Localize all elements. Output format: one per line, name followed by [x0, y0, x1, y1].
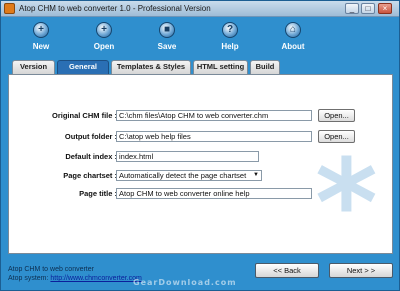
- footer: Atop CHM to web converter Atop system: h…: [1, 256, 399, 290]
- page-title-label: Page title :: [79, 189, 117, 198]
- page-charset-label: Page chartset :: [63, 171, 117, 180]
- open-button[interactable]: + Open: [84, 22, 124, 56]
- default-index-label: Default index :: [65, 152, 117, 161]
- open-output-folder-button[interactable]: Open...: [318, 130, 355, 143]
- save-button[interactable]: ■ Save: [147, 22, 187, 56]
- new-icon: +: [33, 22, 49, 38]
- general-panel: * Original CHM file : C:\chm files\Atop …: [8, 74, 393, 254]
- tab-version[interactable]: Version: [12, 60, 55, 74]
- website-link[interactable]: http://www.chmconverter.com: [50, 275, 141, 282]
- app-window: Atop CHM to web converter 1.0 - Professi…: [0, 0, 400, 291]
- help-icon: ?: [222, 22, 238, 38]
- close-button[interactable]: ×: [378, 3, 392, 14]
- maximize-button[interactable]: □: [361, 3, 375, 14]
- toolbar: + New + Open ■ Save ? Help ⌂ About: [1, 18, 399, 58]
- about-icon: ⌂: [285, 22, 301, 38]
- tab-general[interactable]: General: [57, 60, 109, 75]
- help-button[interactable]: ? Help: [210, 22, 250, 56]
- open-icon: +: [96, 22, 112, 38]
- new-button[interactable]: + New: [21, 22, 61, 56]
- minimize-button[interactable]: _: [345, 3, 359, 14]
- footer-company: Atop system: http://www.chmconverter.com: [8, 275, 142, 282]
- asterisk-watermark-icon: *: [315, 135, 378, 254]
- tab-html-setting[interactable]: HTML setting: [193, 60, 248, 74]
- about-button[interactable]: ⌂ About: [273, 22, 313, 56]
- open-label: Open: [93, 42, 115, 51]
- app-icon: [4, 3, 15, 14]
- tab-build[interactable]: Build: [250, 60, 280, 74]
- footer-company-prefix: Atop system:: [8, 275, 51, 282]
- page-title-field[interactable]: Atop CHM to web converter online help: [116, 188, 312, 199]
- open-chm-button[interactable]: Open...: [318, 109, 355, 122]
- title-bar[interactable]: Atop CHM to web converter 1.0 - Professi…: [1, 1, 399, 17]
- new-label: New: [32, 42, 50, 51]
- back-button[interactable]: << Back: [255, 263, 319, 278]
- chevron-down-icon[interactable]: ▼: [252, 172, 260, 179]
- save-label: Save: [157, 42, 177, 51]
- output-folder-field[interactable]: C:\atop web help files: [116, 131, 312, 142]
- window-title: Atop CHM to web converter 1.0 - Professi…: [19, 4, 211, 13]
- output-folder-label: Output folder :: [64, 132, 117, 141]
- about-label: About: [281, 42, 305, 51]
- tab-templates-styles[interactable]: Templates & Styles: [111, 60, 191, 74]
- save-icon: ■: [159, 22, 175, 38]
- help-label: Help: [221, 42, 239, 51]
- page-charset-value: Automatically detect the page chartset: [119, 171, 247, 180]
- tab-bar: Version General Templates & Styles HTML …: [8, 60, 393, 75]
- footer-app-name: Atop CHM to web converter: [8, 266, 94, 273]
- next-button[interactable]: Next > >: [329, 263, 393, 278]
- original-chm-field[interactable]: C:\chm files\Atop CHM to web converter.c…: [116, 110, 312, 121]
- site-watermark: GearDownload.com: [133, 278, 237, 287]
- default-index-field[interactable]: index.html: [116, 151, 259, 162]
- original-chm-label: Original CHM file :: [51, 111, 117, 120]
- page-charset-select[interactable]: Automatically detect the page chartset ▼: [116, 170, 262, 181]
